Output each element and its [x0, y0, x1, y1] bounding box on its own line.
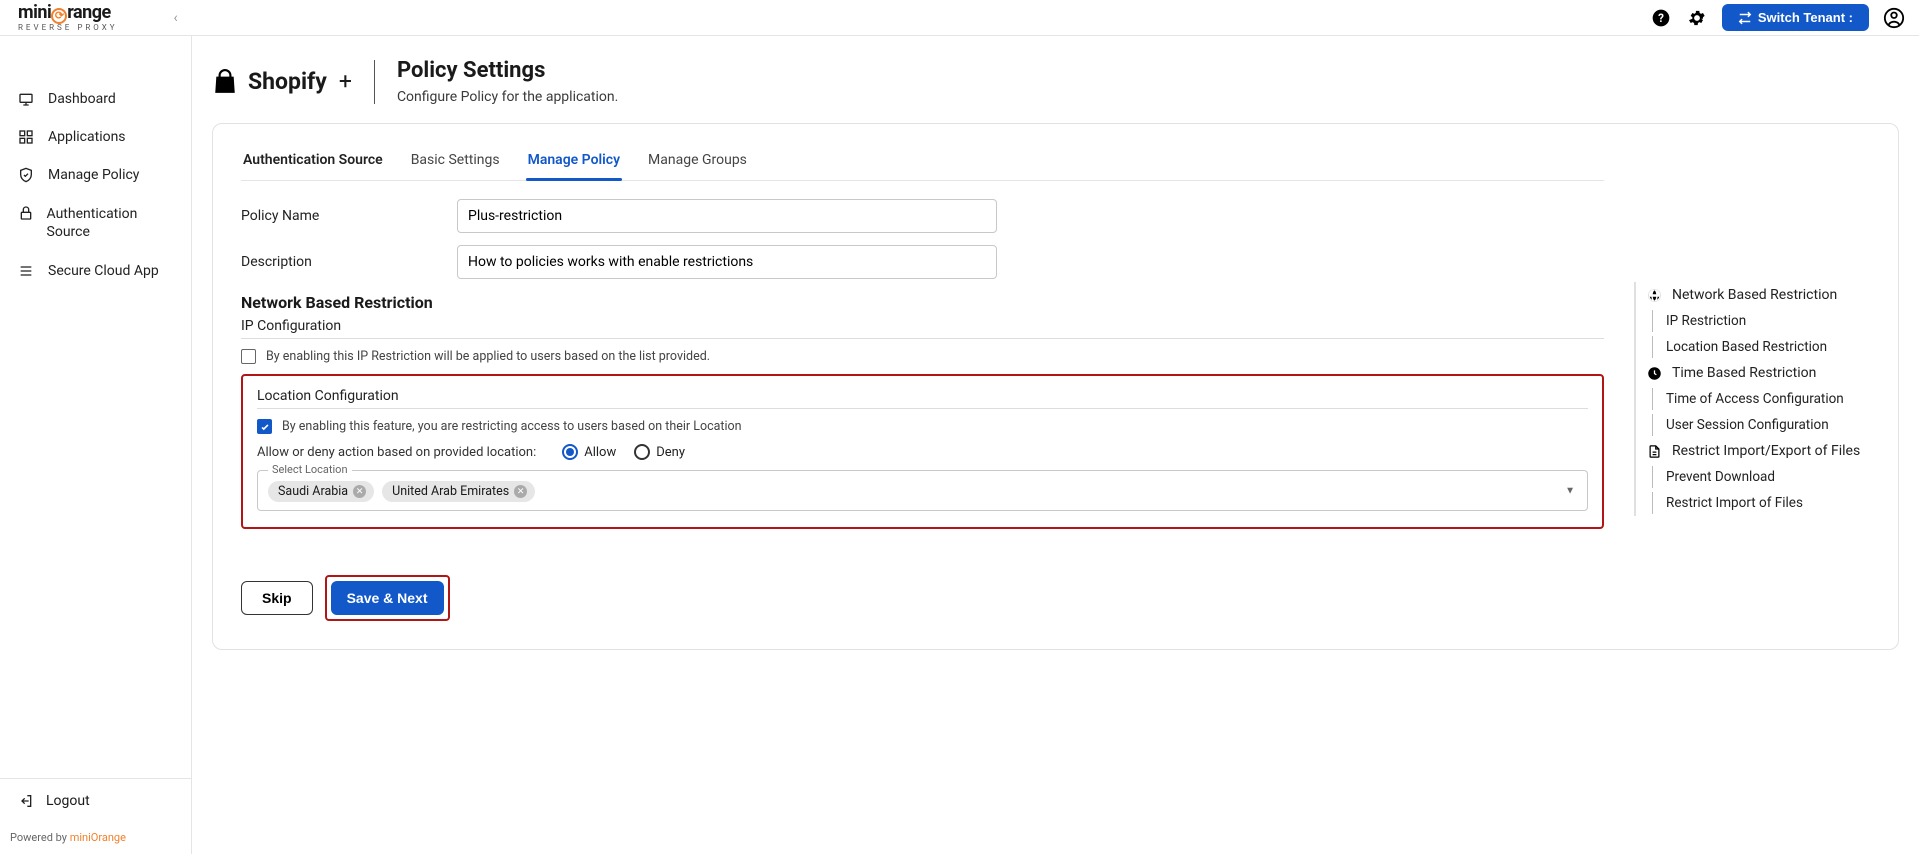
list-icon [18, 263, 36, 279]
file-icon [1646, 444, 1662, 459]
ip-restriction-label: By enabling this IP Restriction will be … [266, 349, 710, 364]
brand: mini⟳range REVERSE PROXY ‹ [10, 4, 178, 32]
description-label: Description [241, 254, 457, 270]
shield-check-icon [18, 167, 36, 183]
chip-remove-icon[interactable]: ✕ [353, 485, 366, 498]
logout-button[interactable]: Logout [0, 779, 191, 823]
policy-name-input[interactable] [457, 199, 997, 233]
sidebar-item-auth-source[interactable]: Authentication Source [0, 194, 191, 252]
sidebar-item-manage-policy[interactable]: Manage Policy [0, 156, 191, 194]
radio-deny[interactable]: Deny [634, 444, 685, 460]
outline-location-restriction[interactable]: Location Based Restriction [1636, 334, 1870, 360]
main: Shopify + Policy Settings Configure Poli… [192, 36, 1919, 854]
page-subtitle: Configure Policy for the application. [397, 89, 618, 105]
powered-by: Powered by miniOrange [0, 823, 191, 854]
outline-ip-restriction[interactable]: IP Restriction [1636, 308, 1870, 334]
skip-button[interactable]: Skip [241, 581, 313, 615]
chip-uae: United Arab Emirates ✕ [382, 481, 535, 502]
gear-icon[interactable] [1686, 7, 1708, 29]
location-restriction-checkbox[interactable] [257, 419, 272, 434]
tab-auth-source[interactable]: Authentication Source [241, 142, 385, 180]
tab-manage-groups[interactable]: Manage Groups [646, 142, 749, 180]
chip-saudi-arabia: Saudi Arabia ✕ [268, 481, 374, 502]
sidebar: Dashboard Applications Manage Policy Aut… [0, 36, 192, 854]
location-select[interactable]: Select Location Saudi Arabia ✕ United Ar… [257, 470, 1588, 511]
outline-restrict-files[interactable]: Restrict Import/Export of Files [1636, 438, 1870, 464]
svg-text:?: ? [1658, 11, 1664, 25]
radio-prompt: Allow or deny action based on provided l… [257, 445, 536, 460]
brand-logo: mini⟳range [18, 4, 118, 24]
outline-prevent-download[interactable]: Prevent Download [1636, 464, 1870, 490]
apps-icon [18, 129, 36, 145]
help-icon[interactable]: ? [1650, 7, 1672, 29]
page-title: Policy Settings [397, 58, 618, 83]
outline-user-session[interactable]: User Session Configuration [1636, 412, 1870, 438]
tabs: Authentication Source Basic Settings Man… [241, 142, 1604, 181]
chevron-down-icon[interactable]: ▼ [1565, 485, 1575, 496]
description-input[interactable] [457, 245, 997, 279]
ip-config-heading: IP Configuration [241, 318, 1604, 339]
switch-tenant-button[interactable]: Switch Tenant : [1722, 4, 1869, 31]
policy-outline: Network Based Restriction IP Restriction… [1634, 282, 1870, 516]
sidebar-item-dashboard[interactable]: Dashboard [0, 80, 191, 118]
ip-restriction-checkbox[interactable] [241, 349, 256, 364]
settings-card: Authentication Source Basic Settings Man… [212, 123, 1899, 650]
location-config-heading: Location Configuration [257, 388, 1588, 409]
sidebar-collapse-icon[interactable]: ‹ [174, 10, 178, 26]
network-heading: Network Based Restriction [241, 293, 1604, 312]
clock-icon [1646, 366, 1662, 381]
header-right: ? Switch Tenant : [1650, 4, 1905, 31]
page-header: Shopify + Policy Settings Configure Poli… [192, 36, 1919, 123]
brand-subtitle: REVERSE PROXY [18, 24, 118, 32]
tab-manage-policy[interactable]: Manage Policy [526, 142, 622, 180]
chip-remove-icon[interactable]: ✕ [514, 485, 527, 498]
save-next-button[interactable]: Save & Next [331, 581, 444, 615]
outline-time[interactable]: Time Based Restriction [1636, 360, 1870, 386]
location-restriction-label: By enabling this feature, you are restri… [282, 419, 742, 434]
sidebar-item-secure-cloud[interactable]: Secure Cloud App [0, 252, 191, 290]
logout-icon [18, 793, 34, 809]
app-badge: Shopify + [212, 68, 352, 96]
location-config-box: Location Configuration By enabling this … [241, 374, 1604, 529]
tab-basic-settings[interactable]: Basic Settings [409, 142, 502, 180]
outline-network[interactable]: Network Based Restriction [1636, 282, 1870, 308]
outline-restrict-import[interactable]: Restrict Import of Files [1636, 490, 1870, 516]
policy-name-label: Policy Name [241, 208, 457, 224]
header: mini⟳range REVERSE PROXY ‹ ? Switch Tena… [0, 0, 1919, 36]
dashboard-icon [18, 91, 36, 107]
account-icon[interactable] [1883, 7, 1905, 29]
shopping-bag-icon [212, 68, 238, 96]
radio-allow[interactable]: Allow [562, 444, 616, 460]
lock-icon [18, 205, 35, 221]
outline-time-access[interactable]: Time of Access Configuration [1636, 386, 1870, 412]
globe-icon [1646, 288, 1662, 303]
sidebar-item-applications[interactable]: Applications [0, 118, 191, 156]
